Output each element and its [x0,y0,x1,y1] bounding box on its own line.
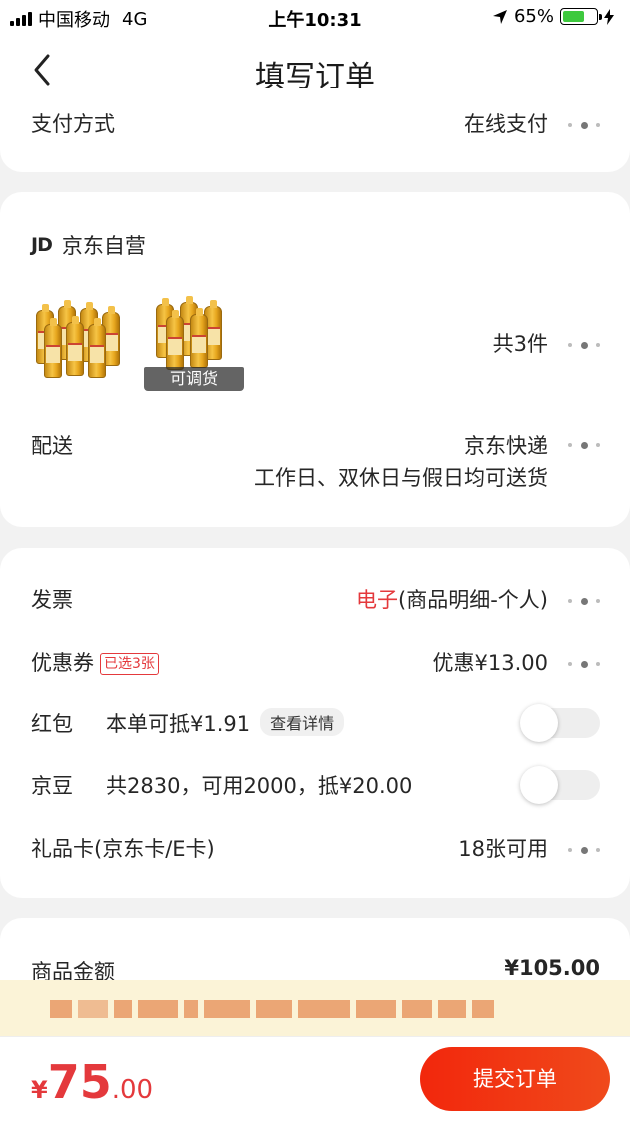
view-details-button[interactable]: 查看详情 [260,708,345,736]
gift-card-value: 18张可用 [458,837,548,861]
red-packet-label: 红包 [31,712,73,736]
adjustable-stock-badge: 可调货 [144,367,244,391]
more-dots-icon[interactable] [568,440,600,450]
invoice-value: 电子(商品明细-个人) [356,584,548,614]
payment-row[interactable]: 支付方式 在线支付 [0,108,630,138]
coupon-label: 优惠券 [31,651,94,675]
more-dots-icon[interactable] [568,596,600,606]
more-dots-icon[interactable] [568,120,600,130]
quantity-row[interactable]: 共3件 [0,328,630,358]
more-dots-icon[interactable] [568,659,600,669]
gift-card-row[interactable]: 礼品卡(京东卡/E卡) 18张可用 [0,833,630,863]
payment-value: 在线支付 [464,112,548,136]
payment-label: 支付方式 [31,112,115,136]
total-integer: 75 [47,1055,112,1109]
invoice-type: 电子 [356,588,399,612]
jd-beans-desc: 共2830，可用2000，抵¥20.00 [106,774,413,798]
notice-banner [0,980,630,1036]
blurred-notice-text [50,998,494,1020]
goods-amount-value: ¥105.00 [504,956,600,980]
red-packet-toggle[interactable] [520,704,600,742]
submit-order-button[interactable]: 提交订单 [420,1047,610,1111]
charging-bolt-icon [604,8,614,25]
status-right: 65% [492,6,614,27]
red-packet-desc: 本单可抵¥1.91 [106,712,251,736]
invoice-row[interactable]: 发票 电子(商品明细-个人) [0,584,630,614]
store-card: JD 京东自营 可调货 共3件 配送 京东快递 工作日、双休日与假日均可送货 [0,192,630,527]
status-bar: 中国移动 4G 上午10:31 65% [0,0,630,36]
battery-percent: 65% [513,6,554,27]
delivery-carrier: 京东快递 [464,434,548,458]
bottom-bar: ¥ 75 .00 提交订单 [0,1036,630,1121]
coupon-value: 优惠¥13.00 [432,651,548,675]
more-dots-icon[interactable] [568,845,600,855]
coupon-selected-tag: 已选3张 [100,653,159,675]
delivery-row[interactable]: 配送 京东快递 工作日、双休日与假日均可送货 [0,430,630,494]
store-header: JD 京东自营 [31,230,146,260]
delivery-label: 配送 [31,434,73,458]
gift-card-label: 礼品卡(京东卡/E卡) [31,837,215,861]
more-dots-icon[interactable] [568,340,600,350]
location-arrow-icon [492,9,507,24]
total-decimal: .00 [111,1075,154,1105]
invoice-label: 发票 [31,588,73,612]
store-name: 京东自营 [61,234,146,258]
promotion-card: 发票 电子(商品明细-个人) 优惠券 已选3张 优惠¥13.00 红包 本单可抵¥… [0,548,630,898]
red-packet-row: 红包 本单可抵¥1.91 查看详情 [0,704,630,742]
payment-card: 支付方式 在线支付 [0,88,630,172]
jd-beans-label: 京豆 [31,774,73,798]
invoice-detail: (商品明细-个人) [398,588,548,612]
currency-symbol: ¥ [31,1076,48,1104]
coupon-row[interactable]: 优惠券 已选3张 优惠¥13.00 [0,647,630,677]
coupon-label-group: 优惠券 已选3张 [31,647,159,677]
jd-beans-toggle[interactable] [520,766,600,804]
jd-beans-row: 京豆 共2830，可用2000，抵¥20.00 [0,766,630,804]
item-count: 共3件 [492,332,548,356]
red-packet-desc-group: 本单可抵¥1.91 查看详情 [106,708,345,738]
jd-logo: JD [31,234,53,256]
delivery-note: 工作日、双休日与假日均可送货 [254,466,548,490]
battery-icon [560,8,602,25]
total-price: ¥ 75 .00 [31,1055,153,1109]
